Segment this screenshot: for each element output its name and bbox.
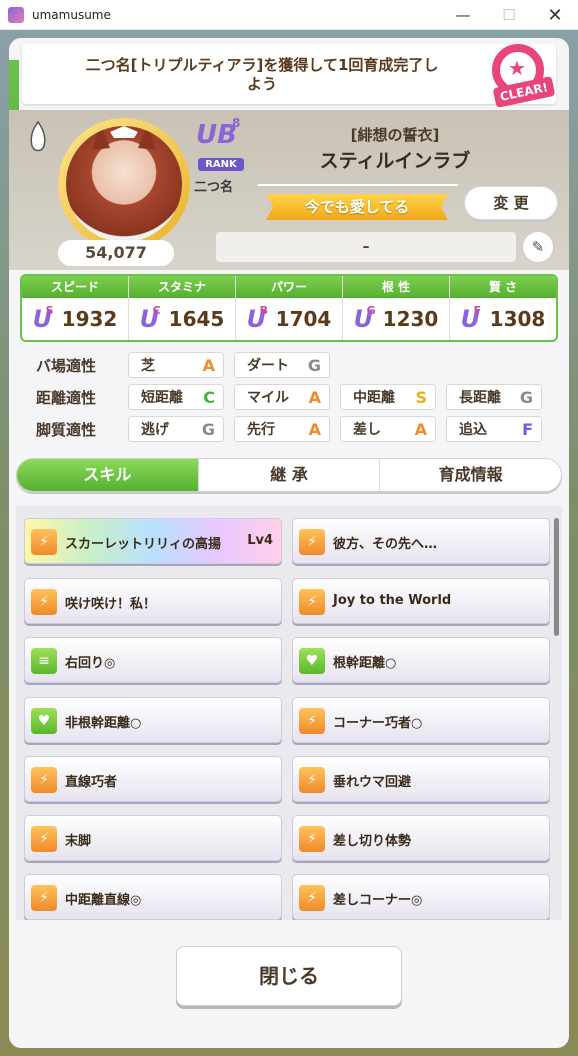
mission-text: 二つ名[トリプルティアラ]を獲得して1回育成完了しよう	[85, 56, 439, 93]
skill-item[interactable]: ⚡ 咲け咲け！私！	[24, 578, 282, 624]
aptitude-betweener: 差し A	[340, 416, 436, 442]
aptitude-distance: 距離適性 短距離 C マイル A 中距離 S 長距離 G	[36, 384, 546, 410]
character-portrait[interactable]	[66, 126, 182, 242]
stat-power: パワー U B 1704	[236, 276, 343, 340]
skill-item[interactable]: ⚡ 直線巧者	[24, 756, 282, 802]
window-titlebar: umamusume — ☐ ✕	[0, 0, 578, 30]
rank-badge: UB 8 RANK	[192, 114, 250, 174]
aptitude-style: 脚質適性 逃げ G 先行 A 差し A 追込 F	[36, 416, 546, 442]
app-icon	[8, 6, 24, 23]
skill-icon: ⚡	[299, 589, 325, 615]
maximize-button[interactable]: ☐	[486, 0, 532, 30]
star-icon: ★	[508, 56, 526, 80]
pencil-icon[interactable]: ✎	[522, 231, 554, 263]
skill-item[interactable]: ⚡ コーナー巧者○	[292, 697, 550, 743]
stat-value: 1645	[168, 307, 225, 331]
close-button[interactable]: 閉じる	[176, 946, 402, 1006]
skill-icon: ♥	[299, 648, 325, 674]
tab-training-info[interactable]: 育成情報	[380, 459, 561, 491]
stat-grade: UB	[246, 304, 269, 333]
stats-panel: スピード U S 1932 スタミナ U C 1645 パワー U B 1704 根 性 U…	[20, 274, 558, 342]
skill-icon: ⚡	[299, 767, 325, 793]
skill-icon: ⚡	[299, 529, 325, 555]
skill-item[interactable]: ⚡ 垂れウマ回避	[292, 756, 550, 802]
stat-value: 1308	[489, 307, 546, 331]
tab-bar: スキル 継 承 育成情報	[16, 458, 562, 492]
stat-stamina: スタミナ U C 1645	[129, 276, 236, 340]
skill-item[interactable]: ⚡ 彼方、その先へ…	[292, 518, 550, 564]
aptitude-turf: 芝A	[128, 352, 224, 378]
stat-label: パワー	[236, 276, 342, 298]
evaluation-score: 54,077	[58, 240, 174, 266]
aptitude-long: 長距離 G	[446, 384, 542, 410]
skill-icon: ⚡	[299, 708, 325, 734]
skill-level: Lv4	[247, 533, 273, 548]
skill-item[interactable]: ♥ 非根幹距離○	[24, 697, 282, 743]
close-window-button[interactable]: ✕	[532, 0, 578, 30]
stat-grade: US	[32, 304, 54, 333]
nickname-tag: 二つ名	[194, 180, 234, 195]
mission-banner[interactable]: 二つ名[トリプルティアラ]を獲得して1回育成完了しよう	[22, 44, 556, 104]
aptitude-chaser: 追込 F	[446, 416, 542, 442]
skill-icon: ⚡	[31, 589, 57, 615]
stat-speed: スピード U S 1932	[22, 276, 129, 340]
epithet: [緋想の誓衣]	[350, 126, 440, 144]
clear-stamp: ★ CLEAR!	[486, 42, 556, 109]
stat-value: 1704	[275, 307, 332, 331]
skill-icon: ⚡	[31, 885, 57, 911]
stat-grade: UG	[353, 304, 376, 333]
tab-skills[interactable]: スキル	[17, 459, 199, 491]
seed-icon[interactable]	[28, 120, 48, 154]
ears-icon	[92, 126, 156, 150]
skill-item[interactable]: ⚡ 中距離直線◎	[24, 874, 282, 920]
aptitude-dirt: ダート G	[234, 352, 330, 378]
skill-icon: ⚡	[31, 767, 57, 793]
skill-icon: ⚡	[299, 885, 325, 911]
aptitude-label: 脚質適性	[36, 421, 97, 439]
skill-icon: ⚡	[31, 826, 57, 852]
title-ribbon: 今でも愛してる	[266, 194, 448, 220]
stat-value: 1230	[382, 307, 439, 331]
skill-icon: ⚡	[31, 529, 57, 555]
stat-label: 根 性	[343, 276, 449, 298]
window-title: umamusume	[32, 7, 111, 22]
skill-icon: ≡	[31, 648, 57, 674]
skill-item[interactable]: ⚡ スカーレットリリィの高揚 Lv4	[24, 518, 282, 564]
stat-label: スピード	[22, 276, 128, 298]
skill-item[interactable]: ⚡ 末脚	[24, 815, 282, 861]
comment-box: –	[216, 232, 516, 262]
tab-inheritance[interactable]: 継 承	[198, 459, 381, 491]
rank-label: RANK	[198, 158, 244, 171]
skill-item[interactable]: ⚡ 差しコーナー◎	[292, 874, 550, 920]
aptitude-track: バ場適性 芝A ダート G	[36, 352, 546, 378]
aptitude-sprint: 短距離 C	[128, 384, 224, 410]
aptitude-mile: マイル A	[234, 384, 330, 410]
skill-list: ⚡ スカーレットリリィの高揚 Lv4 ⚡ 彼方、その先へ… ⚡ 咲け咲け！私！ ⚡ Joy…	[16, 506, 562, 920]
skill-icon: ⚡	[299, 826, 325, 852]
skill-item[interactable]: ♥ 根幹距離○	[292, 637, 550, 683]
stat-grade: UC	[139, 304, 161, 333]
character-name: スティルインラブ	[319, 150, 471, 172]
stat-grade: UF	[460, 304, 482, 333]
stat-label: 賢 さ	[450, 276, 556, 298]
change-button[interactable]: 変 更	[464, 186, 558, 220]
rank-grade: UB	[196, 120, 237, 150]
aptitude-medium: 中距離 S	[340, 384, 436, 410]
rank-level: 8	[232, 116, 241, 130]
skill-item[interactable]: ⚡ 差し切り体勢	[292, 815, 550, 861]
skill-item[interactable]: ⚡ Joy to the World	[292, 578, 550, 624]
stat-label: スタミナ	[129, 276, 235, 298]
skill-icon: ♥	[31, 708, 57, 734]
minimize-button[interactable]: —	[440, 0, 486, 30]
aptitude-label: バ場適性	[36, 357, 97, 375]
aptitude-label: 距離適性	[36, 389, 97, 407]
skill-item[interactable]: ≡ 右回り◎	[24, 637, 282, 683]
aptitude-leader: 先行 A	[234, 416, 330, 442]
name-divider	[258, 184, 458, 186]
stat-wisdom: 賢 さ U F 1308	[450, 276, 556, 340]
skill-scrollbar[interactable]	[554, 518, 559, 636]
stat-value: 1932	[61, 307, 118, 331]
aptitude-runner: 逃げ G	[128, 416, 224, 442]
stat-guts: 根 性 U G 1230	[343, 276, 450, 340]
